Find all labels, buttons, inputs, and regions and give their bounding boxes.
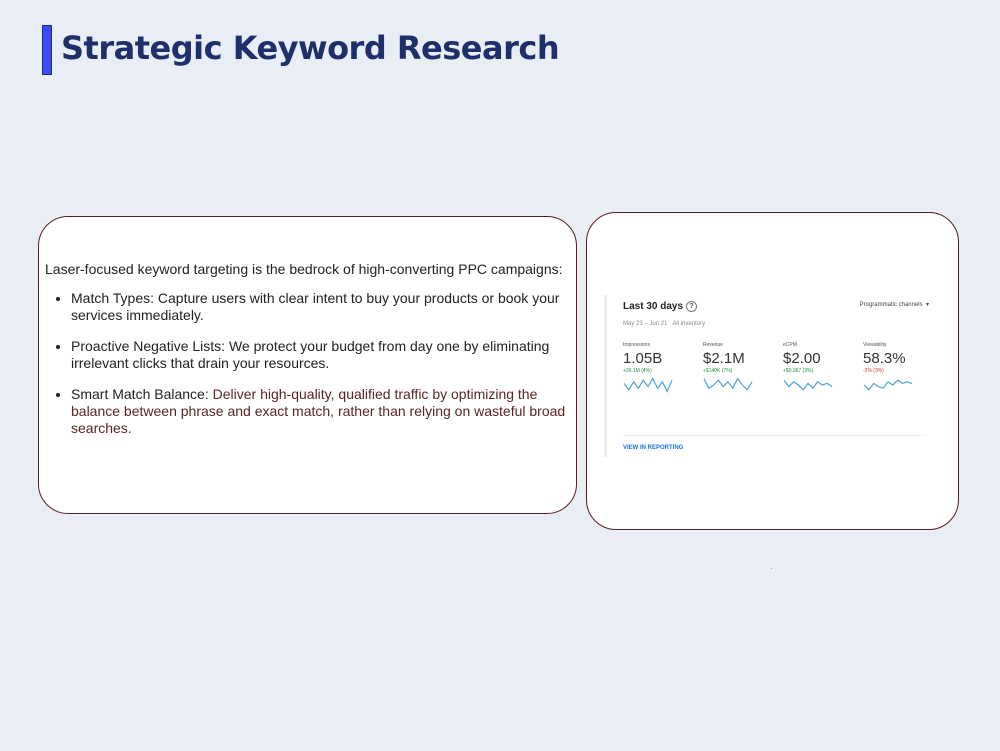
metric-value: 58.3% — [863, 350, 906, 367]
bullet-text: Proactive Negative Lists: We protect you… — [71, 338, 550, 371]
metric-revenue: Revenue $2.1M +$140K (7%) — [703, 342, 773, 394]
sparkline — [783, 379, 833, 391]
date-range: May 23 – Jun 21 — [623, 321, 668, 327]
feature-list: Match Types: Capture users with clear in… — [45, 290, 566, 437]
inventory-scope: All inventory — [672, 321, 706, 327]
metric-change: -2% (3%) — [863, 368, 884, 374]
metric-impressions: Impressions 1.05B +36.1M (4%) — [623, 342, 693, 394]
title-accent-bar — [42, 25, 52, 75]
dashboard-heading: Last 30 days? — [623, 301, 698, 312]
metric-value: 1.05B — [623, 350, 663, 367]
divider — [623, 435, 927, 436]
sparkline — [623, 377, 673, 393]
stray-dot — [771, 568, 772, 569]
slide-title: Strategic Keyword Research — [61, 29, 560, 67]
metric-change: +36.1M (4%) — [623, 368, 652, 374]
channel-selector[interactable]: Programmatic channels ▾ — [860, 301, 929, 308]
analytics-dashboard-screenshot: Last 30 days? May 23 – Jun 21 All invent… — [607, 295, 943, 457]
sparkline — [863, 379, 913, 391]
channel-selector-label: Programmatic channels — [859, 302, 923, 308]
list-item: Proactive Negative Lists: We protect you… — [71, 338, 566, 372]
chevron-down-icon: ▾ — [925, 302, 929, 308]
metric-viewability: Viewability 58.3% -2% (3%) — [863, 342, 933, 394]
dashboard-subheading: May 23 – Jun 21 All inventory — [623, 321, 705, 327]
sparkline — [703, 377, 753, 391]
dashboard-heading-text: Last 30 days — [623, 301, 684, 312]
intro-text: Laser-focused keyword targeting is the b… — [45, 261, 563, 277]
metric-label: eCPM — [783, 342, 797, 348]
metric-label: Impressions — [623, 342, 650, 348]
bullet-text: Smart Match Balance: — [71, 386, 213, 402]
view-in-reporting-link[interactable]: VIEW IN REPORTING — [623, 445, 683, 451]
metric-ecpm: eCPM $2.00 +$0.067 (3%) — [783, 342, 853, 394]
bullet-text: Match Types: Capture users with clear in… — [71, 290, 560, 323]
metric-value: $2.1M — [703, 350, 745, 367]
metric-value: $2.00 — [783, 350, 821, 367]
list-item: Match Types: Capture users with clear in… — [71, 290, 566, 324]
text-card: Laser-focused keyword targeting is the b… — [38, 216, 577, 514]
metric-label: Revenue — [703, 342, 724, 348]
list-item: Smart Match Balance: Deliver high-qualit… — [71, 386, 566, 437]
image-card: Last 30 days? May 23 – Jun 21 All invent… — [586, 212, 959, 530]
metric-change: +$0.067 (3%) — [783, 368, 814, 374]
metric-change: +$140K (7%) — [703, 368, 733, 374]
help-icon[interactable]: ? — [686, 301, 698, 312]
metric-label: Viewability — [863, 342, 887, 348]
